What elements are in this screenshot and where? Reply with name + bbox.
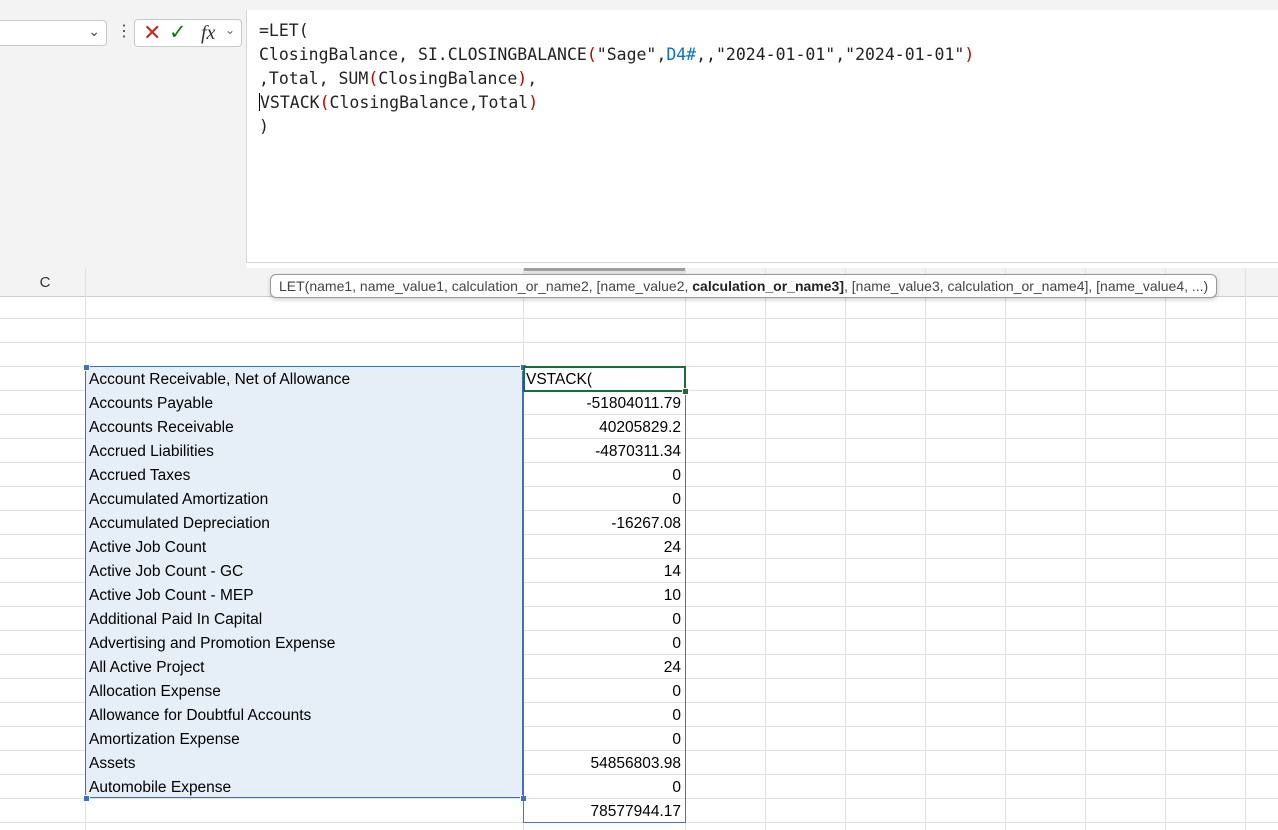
account-label-cell[interactable]: All Active Project bbox=[89, 655, 519, 679]
formula-token: ( bbox=[319, 93, 330, 112]
formula-token: "Sage", bbox=[596, 45, 667, 64]
account-label-cell[interactable]: Accrued Liabilities bbox=[89, 439, 519, 463]
balance-value-cell[interactable]: 24 bbox=[524, 655, 681, 679]
x-icon[interactable]: ✕ bbox=[143, 21, 161, 45]
formula-line: =LET( bbox=[259, 19, 309, 43]
formula-token: ) bbox=[964, 45, 975, 64]
insert-function-button[interactable]: fx bbox=[201, 21, 215, 45]
account-label-cell[interactable]: Active Job Count - MEP bbox=[89, 583, 519, 607]
formula-token: VSTACK bbox=[260, 93, 320, 112]
account-label-cell[interactable]: Accumulated Amortization bbox=[89, 487, 519, 511]
balance-value-cell[interactable]: 78577944.17 bbox=[524, 799, 681, 823]
tooltip-current-argument[interactable]: calculation_or_name3] bbox=[692, 278, 844, 294]
balance-value-cell[interactable]: 0 bbox=[524, 463, 681, 487]
account-label-cell[interactable]: Allocation Expense bbox=[89, 679, 519, 703]
account-label-cell[interactable]: Active Job Count - GC bbox=[89, 559, 519, 583]
formula-line: ) bbox=[259, 115, 269, 139]
balance-value-cell[interactable]: 24 bbox=[524, 535, 681, 559]
active-cell-text: VSTACK( bbox=[526, 371, 593, 388]
balance-value-cell[interactable]: 14 bbox=[524, 559, 681, 583]
formula-token: D4# bbox=[666, 45, 697, 64]
account-label-cell[interactable]: Account Receivable, Net of Allowance bbox=[89, 367, 519, 391]
balance-value-cell[interactable]: 0 bbox=[524, 607, 681, 631]
balance-value-cell[interactable]: -51804011.79 bbox=[524, 391, 681, 415]
formula-token: ClosingBalance bbox=[378, 69, 518, 88]
chevron-down-icon[interactable]: ⌄ bbox=[225, 23, 235, 37]
formula-input[interactable]: =LET(ClosingBalance, SI.CLOSINGBALANCE("… bbox=[246, 10, 1278, 263]
column-header-d-selected-bar bbox=[524, 268, 685, 271]
formula-token: ( bbox=[368, 69, 379, 88]
account-label-cell[interactable]: Amortization Expense bbox=[89, 727, 519, 751]
balance-value-cell[interactable]: 40205829.2 bbox=[524, 415, 681, 439]
account-label-cell[interactable]: Allowance for Doubtful Accounts bbox=[89, 703, 519, 727]
account-label-cell[interactable]: Active Job Count bbox=[89, 535, 519, 559]
balance-value-cell[interactable]: 0 bbox=[524, 775, 681, 799]
balance-value-cell[interactable]: 0 bbox=[524, 703, 681, 727]
formula-token: ) bbox=[528, 93, 539, 112]
account-label-cell[interactable]: Accounts Payable bbox=[89, 391, 519, 415]
balance-value-cell[interactable]: 0 bbox=[524, 631, 681, 655]
formula-bar-left-panel bbox=[0, 10, 246, 268]
row-gridline bbox=[0, 318, 1278, 319]
column-gridline bbox=[845, 268, 846, 830]
formula-token: =LET( bbox=[259, 21, 309, 40]
formula-line: VSTACK(ClosingBalance,Total) bbox=[259, 91, 538, 115]
balance-value-cell[interactable]: -16267.08 bbox=[524, 511, 681, 535]
account-label-cell[interactable]: Accrued Taxes bbox=[89, 463, 519, 487]
formula-line: ClosingBalance, SI.CLOSINGBALANCE("Sage"… bbox=[259, 43, 974, 67]
fill-handle[interactable] bbox=[682, 388, 689, 395]
formula-buttons: ✕ ✓ fx ⌄ bbox=[134, 19, 242, 47]
balance-value-cell[interactable]: 54856803.98 bbox=[524, 751, 681, 775]
account-label-cell[interactable]: Assets bbox=[89, 751, 519, 775]
formula-token: ) bbox=[517, 69, 528, 88]
row-gridline bbox=[0, 342, 1278, 343]
balance-value-cell[interactable]: 0 bbox=[524, 727, 681, 751]
formula-token: ClosingBalance,Total bbox=[329, 93, 529, 112]
column-gridline bbox=[1165, 268, 1166, 830]
column-gridline bbox=[765, 268, 766, 830]
formula-line: ,Total, SUM(ClosingBalance), bbox=[259, 67, 537, 91]
formula-token: ClosingBalance, SI.CLOSINGBALANCE bbox=[259, 45, 587, 64]
column-gridline bbox=[1245, 268, 1246, 830]
formula-token: ,,"2024-01-01","2024-01-01" bbox=[696, 45, 965, 64]
account-label-cell[interactable]: Accumulated Depreciation bbox=[89, 511, 519, 535]
column-gridline bbox=[925, 268, 926, 830]
name-box[interactable]: ⌄ bbox=[0, 20, 107, 46]
tooltip-suffix: , [name_value3, calculation_or_name4], [… bbox=[844, 278, 1209, 294]
balance-value-cell[interactable]: 0 bbox=[524, 487, 681, 511]
formula-token: ) bbox=[259, 117, 269, 136]
account-label-cell[interactable]: Additional Paid In Capital bbox=[89, 607, 519, 631]
account-label-cell[interactable]: Advertising and Promotion Expense bbox=[89, 631, 519, 655]
chevron-down-icon[interactable]: ⌄ bbox=[88, 23, 100, 40]
formula-token: , bbox=[527, 69, 538, 88]
account-label-cell[interactable]: Accounts Receivable bbox=[89, 415, 519, 439]
column-gridline bbox=[1005, 268, 1006, 830]
vertical-ellipsis-icon[interactable]: ⋮ bbox=[116, 22, 132, 42]
active-cell[interactable]: VSTACK( bbox=[523, 366, 686, 392]
formula-token: ( bbox=[586, 45, 597, 64]
formula-token: ,Total, SUM bbox=[259, 69, 369, 88]
checkmark-icon[interactable]: ✓ bbox=[169, 21, 187, 45]
balance-value-cell[interactable]: -4870311.34 bbox=[524, 439, 681, 463]
tooltip-prefix: LET(name1, name_value1, calculation_or_n… bbox=[279, 278, 693, 294]
function-tooltip: LET(name1, name_value1, calculation_or_n… bbox=[270, 274, 1218, 298]
column-header-c[interactable]: C bbox=[6, 268, 84, 296]
balance-value-cell[interactable]: 0 bbox=[524, 679, 681, 703]
account-label-cell[interactable]: Automobile Expense bbox=[89, 775, 519, 799]
balance-value-cell[interactable]: 10 bbox=[524, 583, 681, 607]
column-gridline bbox=[1085, 268, 1086, 830]
